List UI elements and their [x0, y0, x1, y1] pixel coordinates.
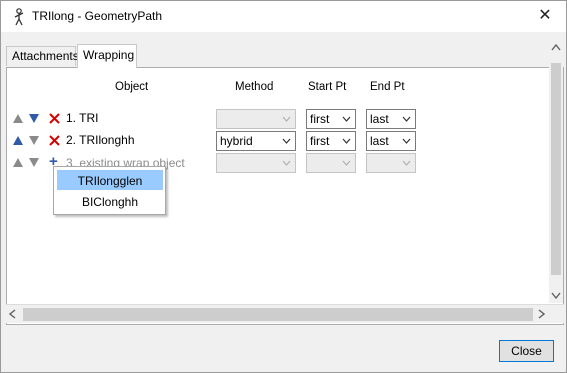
chevron-down-icon [402, 160, 411, 166]
move-up-icon [13, 158, 23, 167]
close-button[interactable]: Close [499, 340, 554, 362]
chevron-down-icon [282, 160, 291, 166]
vertical-scrollbar[interactable] [549, 39, 563, 303]
geometry-path-dialog: TRIlong - GeometryPath ✕ Attachments Wra… [0, 0, 567, 373]
chevron-up-icon[interactable] [551, 44, 561, 51]
title-bar: TRIlong - GeometryPath ✕ [1, 1, 566, 32]
move-down-icon[interactable] [29, 114, 39, 123]
column-header-method: Method [235, 81, 274, 93]
method-select[interactable] [216, 109, 296, 129]
chevron-down-icon [402, 116, 411, 122]
start-pt-select[interactable]: first [306, 131, 356, 151]
column-header-object: Object [115, 81, 149, 93]
wrap-object-popup-menu: TRIlongglen BIClonghh [53, 166, 166, 215]
stick-figure-icon [14, 8, 24, 26]
chevron-down-icon [342, 138, 351, 144]
tab-wrapping[interactable]: Wrapping [77, 44, 137, 68]
horizontal-scroll-thumb[interactable] [23, 308, 533, 321]
chevron-down-icon [402, 138, 411, 144]
popup-item-trilongglen[interactable]: TRIlongglen [57, 170, 163, 190]
chevron-down-icon[interactable] [551, 292, 561, 299]
end-pt-value: last [370, 112, 389, 126]
end-pt-select[interactable]: last [366, 131, 416, 151]
start-pt-select[interactable]: first [306, 109, 356, 129]
popup-item-biclonghh[interactable]: BIClonghh [57, 192, 163, 212]
move-down-icon[interactable] [29, 136, 39, 145]
end-pt-select[interactable]: last [366, 109, 416, 129]
chevron-down-icon [342, 116, 351, 122]
method-select[interactable]: hybrid [216, 131, 296, 151]
horizontal-scrollbar[interactable] [6, 304, 564, 323]
chevron-left-icon[interactable] [9, 309, 16, 319]
start-pt-value: first [310, 134, 330, 148]
delete-x-icon[interactable] [49, 135, 60, 146]
start-pt-value: first [310, 112, 330, 126]
window-close-button[interactable]: ✕ [530, 4, 560, 28]
move-up-icon[interactable] [13, 114, 23, 123]
delete-x-icon[interactable] [49, 113, 60, 124]
chevron-down-icon [342, 160, 351, 166]
tab-attachments[interactable]: Attachments [6, 46, 79, 66]
column-header-end-pt: End Pt [370, 81, 405, 93]
end-pt-value: last [370, 134, 389, 148]
start-pt-select [306, 153, 356, 173]
move-up-icon[interactable] [13, 136, 23, 145]
window-title: TRIlong - GeometryPath [32, 9, 163, 23]
chevron-down-icon [282, 138, 291, 144]
move-down-icon [29, 158, 39, 167]
method-value: hybrid [220, 134, 253, 148]
end-pt-select [366, 153, 416, 173]
wrap-row-label: 1. TRI [66, 111, 99, 125]
chevron-down-icon [282, 116, 291, 122]
method-select [216, 153, 296, 173]
chevron-right-icon[interactable] [538, 309, 545, 319]
wrap-row-label: 2. TRIlonghh [66, 133, 135, 147]
vertical-scroll-thumb[interactable] [551, 63, 561, 275]
column-header-start-pt: Start Pt [308, 81, 347, 93]
